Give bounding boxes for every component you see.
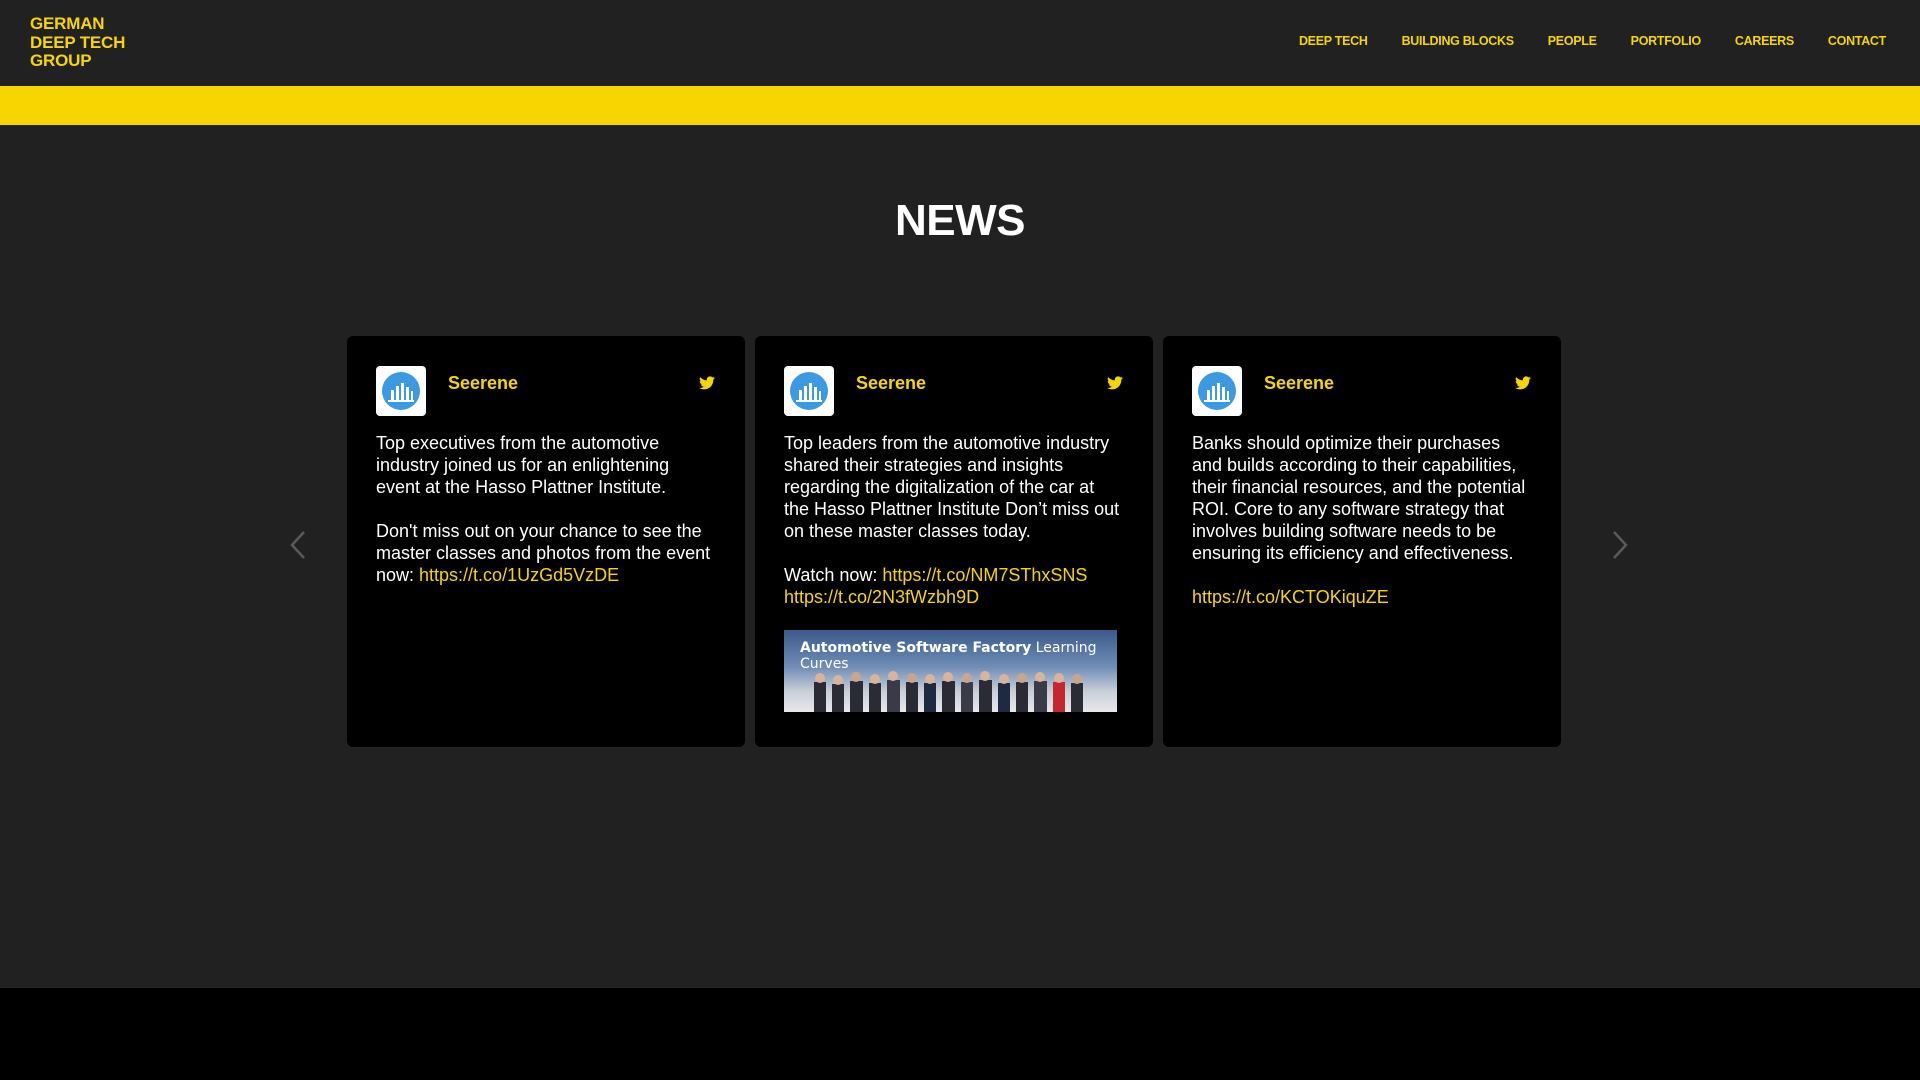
site-footer — [0, 988, 1920, 1080]
twitter-icon[interactable] — [699, 376, 715, 390]
tweet-paragraph: Top executives from the automotive indus… — [376, 433, 670, 497]
tweet-paragraph: Banks should optimize their purchases an… — [1192, 433, 1526, 563]
nav-portfolio[interactable]: PORTFOLIO — [1631, 34, 1702, 48]
twitter-icon[interactable] — [1107, 376, 1123, 390]
twitter-icon[interactable] — [1515, 376, 1531, 390]
tweet-link[interactable]: https://t.co/KCTOKiquZE — [1192, 587, 1389, 607]
news-card[interactable]: Seerene Banks should optimize their purc… — [1163, 336, 1561, 747]
yellow-band — [0, 86, 1920, 125]
nav-careers[interactable]: CAREERS — [1735, 34, 1794, 48]
tweet-link[interactable]: https://t.co/1UzGd5VzDE — [419, 565, 619, 585]
tweet-text: Top executives from the automotive indus… — [376, 432, 716, 586]
avatar[interactable] — [784, 366, 834, 416]
main-nav: DEEP TECH BUILDING BLOCKS PEOPLE PORTFOL… — [1299, 34, 1886, 48]
logo-line-2: DEEP TECH — [30, 32, 126, 52]
tweet-media-image[interactable]: Automotive Software Factory Learning Cur… — [784, 630, 1117, 712]
avatar[interactable] — [1192, 366, 1242, 416]
tweet-paragraph: Top leaders from the automotive industry… — [784, 433, 1120, 541]
nav-contact[interactable]: CONTACT — [1828, 34, 1886, 48]
seerene-logo-icon — [1198, 372, 1236, 410]
site-logo[interactable]: GERMAN DEEP TECH GROUP — [30, 14, 126, 71]
tweet-paragraph: Don't miss out on your chance to see the… — [376, 520, 716, 586]
tweet-text: Banks should optimize their purchases an… — [1192, 432, 1532, 608]
seerene-logo-icon — [790, 372, 828, 410]
chevron-right-icon — [1613, 531, 1628, 559]
watch-label: Watch now: — [784, 565, 883, 585]
nav-building-blocks[interactable]: BUILDING BLOCKS — [1402, 34, 1514, 48]
tweet-link[interactable]: https://t.co/NM7SThxSNS — [882, 565, 1087, 585]
nav-people[interactable]: PEOPLE — [1548, 34, 1597, 48]
tweet-link[interactable]: https://t.co/2N3fWzbh9D — [784, 587, 979, 607]
tweet-text: Top leaders from the automotive industry… — [784, 432, 1124, 608]
avatar[interactable] — [376, 366, 426, 416]
news-card[interactable]: Seerene Top leaders from the automotive … — [755, 336, 1153, 747]
seerene-logo-icon — [382, 372, 420, 410]
media-title-bold: Automotive Software Factory — [800, 640, 1032, 656]
author-name[interactable]: Seerene — [448, 373, 518, 394]
carousel-prev-button[interactable] — [286, 528, 310, 562]
site-header: GERMAN DEEP TECH GROUP DEEP TECH BUILDIN… — [0, 0, 1920, 86]
author-name[interactable]: Seerene — [856, 373, 926, 394]
chevron-left-icon — [290, 531, 305, 559]
carousel-next-button[interactable] — [1608, 528, 1632, 562]
tweet-paragraph: https://t.co/KCTOKiquZE — [1192, 586, 1532, 608]
nav-deep-tech[interactable]: DEEP TECH — [1299, 34, 1368, 48]
logo-line-1: GERMAN — [30, 14, 105, 33]
news-carousel: Seerene Top executives from the automoti… — [347, 336, 1561, 747]
news-card[interactable]: Seerene Top executives from the automoti… — [347, 336, 745, 747]
news-title: NEWS — [895, 196, 1026, 245]
tweet-paragraph: Watch now: https://t.co/NM7SThxSNS https:… — [784, 564, 1124, 608]
logo-line-3: GROUP — [30, 51, 92, 70]
group-photo-illustration — [814, 671, 1083, 712]
author-name[interactable]: Seerene — [1264, 373, 1334, 394]
